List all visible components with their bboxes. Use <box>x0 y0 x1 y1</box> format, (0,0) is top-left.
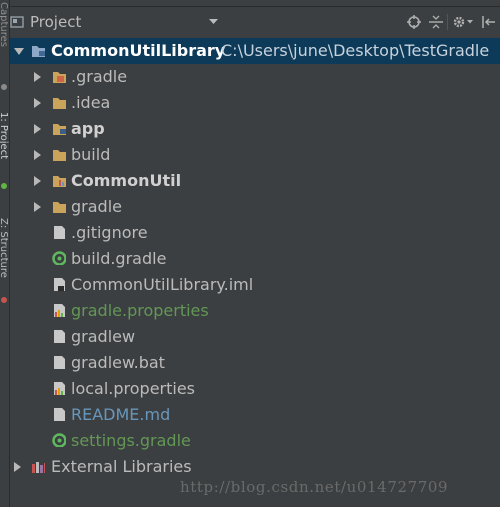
item-label: CommonUtilLibrary.iml <box>71 275 254 294</box>
title-bar-edge <box>10 0 500 7</box>
library-icon <box>32 462 45 473</box>
captures-icon <box>1 84 7 90</box>
sync-icon <box>407 15 421 29</box>
item-label: gradlew <box>71 327 136 346</box>
text-file-icon <box>54 226 65 239</box>
item-label: app <box>71 119 105 138</box>
tree-item-gradlew[interactable]: gradlew <box>10 324 500 350</box>
gradle-file-icon <box>52 251 66 265</box>
expand-arrow-icon[interactable] <box>34 124 41 134</box>
properties-file-icon <box>54 382 65 395</box>
hide-button[interactable] <box>478 7 500 37</box>
folder-excluded-icon <box>53 72 66 83</box>
tree-item-build-gradle[interactable]: build.gradle <box>10 246 500 272</box>
gradle-file-icon <box>52 433 66 447</box>
side-tab-captures[interactable]: Captures <box>0 2 9 47</box>
item-label: local.properties <box>71 379 196 398</box>
iml-file-icon <box>54 278 65 291</box>
item-label: .gitignore <box>71 223 148 242</box>
item-label: CommonUtil <box>71 171 182 190</box>
tree-item-gradlew-bat[interactable]: gradlew.bat <box>10 350 500 376</box>
tree-item-commonutil[interactable]: CommonUtil <box>10 168 500 194</box>
text-file-icon <box>54 408 65 421</box>
sync-button[interactable] <box>403 7 425 37</box>
text-file-icon <box>54 356 65 369</box>
expand-arrow-icon[interactable] <box>14 462 21 472</box>
side-tab-structure[interactable]: Z: Structure <box>0 218 9 278</box>
collapse-all-icon <box>429 15 443 29</box>
expand-arrow-icon[interactable] <box>34 72 41 82</box>
item-label: README.md <box>71 405 171 424</box>
item-label: gradle <box>71 197 122 216</box>
settings-button[interactable] <box>448 7 478 37</box>
root-name: CommonUtilLibrary <box>51 41 226 60</box>
tree-item-iml[interactable]: CommonUtilLibrary.iml <box>10 272 500 298</box>
item-label: build.gradle <box>71 249 167 268</box>
module-folder-icon <box>53 124 66 135</box>
header-toolbar <box>403 7 500 37</box>
tree-item-build[interactable]: build <box>10 142 500 168</box>
expand-arrow-icon[interactable] <box>34 98 41 108</box>
view-selector-label: Project <box>30 13 82 31</box>
expand-arrow-icon[interactable] <box>34 202 41 212</box>
collapse-all-button[interactable] <box>425 7 447 37</box>
side-tab-project[interactable]: 1: Project <box>0 112 9 159</box>
tree-item-app[interactable]: app <box>10 116 500 142</box>
expand-arrow-icon[interactable] <box>34 150 41 160</box>
folder-icon <box>53 98 66 109</box>
tool-window-strip: Captures 1: Project Z: Structure <box>0 0 10 507</box>
folder-icon <box>53 202 66 213</box>
properties-file-icon <box>54 304 65 317</box>
root-path: C:\Users\june\Desktop\TestGradle <box>221 41 490 60</box>
item-label: gradle.properties <box>71 301 209 320</box>
tree-item-gradle[interactable]: gradle <box>10 194 500 220</box>
tree-item-dot-gradle[interactable]: .gradle <box>10 64 500 90</box>
project-folder-icon <box>32 46 45 57</box>
gear-icon <box>453 16 473 28</box>
text-file-icon <box>54 330 65 343</box>
view-selector[interactable]: Project <box>10 7 219 37</box>
project-tree: CommonUtilLibrary C:\Users\june\Desktop\… <box>10 37 500 507</box>
item-label: .gradle <box>71 67 128 86</box>
tree-item-external-libraries[interactable]: External Libraries <box>10 454 500 480</box>
item-label: gradlew.bat <box>71 353 165 372</box>
tree-item-dot-idea[interactable]: .idea <box>10 90 500 116</box>
watermark: http://blog.csdn.net/u014727709 <box>180 478 449 496</box>
expand-arrow-icon[interactable] <box>34 176 41 186</box>
tree-item-readme[interactable]: README.md <box>10 402 500 428</box>
tree-item-gitignore[interactable]: .gitignore <box>10 220 500 246</box>
project-view-icon <box>10 16 24 28</box>
folder-icon <box>53 150 66 161</box>
expand-arrow-icon[interactable] <box>14 48 24 55</box>
chevron-down-icon <box>209 19 219 24</box>
tree-root-row[interactable]: CommonUtilLibrary C:\Users\june\Desktop\… <box>10 38 500 64</box>
tree-item-gradle-properties[interactable]: gradle.properties <box>10 298 500 324</box>
module-folder-icon <box>53 176 66 187</box>
item-label: .idea <box>71 93 111 112</box>
tree-item-local-properties[interactable]: local.properties <box>10 376 500 402</box>
item-label: External Libraries <box>51 457 192 476</box>
structure-icon <box>1 297 7 303</box>
item-label: build <box>71 145 111 164</box>
hide-icon <box>482 16 495 28</box>
item-label: settings.gradle <box>71 431 191 450</box>
tree-item-settings-gradle[interactable]: settings.gradle <box>10 428 500 454</box>
project-icon <box>1 183 7 189</box>
